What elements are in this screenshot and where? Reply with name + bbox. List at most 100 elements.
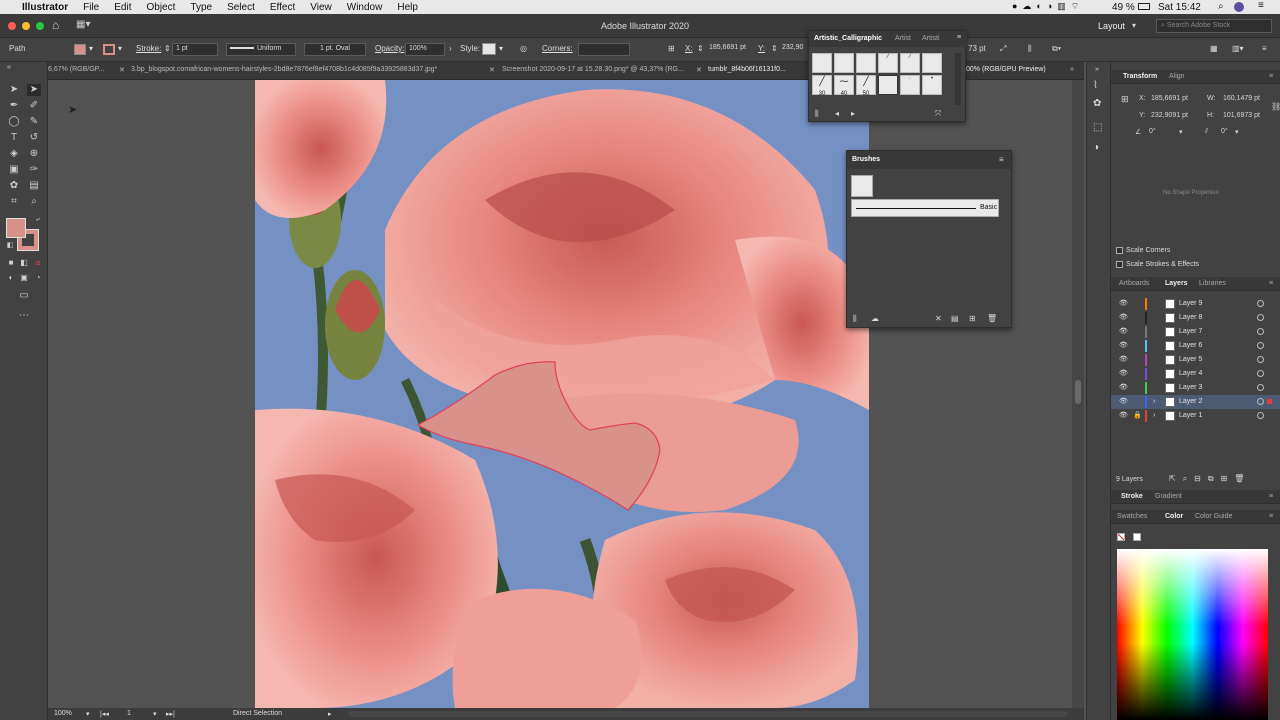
shear-angle-field[interactable]: 0° [1221,128,1228,135]
tab-document-4[interactable]: tumblr_8f4b06f16131f0... [708,66,786,73]
chevron-right-icon[interactable]: » [1070,66,1074,73]
horizontal-scrollbar[interactable] [348,711,1068,717]
scale-strokes-option[interactable]: Scale Strokes & Effects [1116,261,1199,268]
tab-transform[interactable]: Transform [1123,73,1157,80]
menu-type[interactable]: Type [190,2,212,13]
chevron-right-icon[interactable]: › [1153,398,1155,405]
panel-menu-icon[interactable]: ≡ [1269,280,1273,287]
placed-image-roses[interactable] [255,80,869,708]
menu-app[interactable]: Illustrator [22,2,68,13]
none-mode-icon[interactable]: ⧄ [31,257,45,269]
brushes-panel-icon[interactable]: ⌇ [1093,80,1098,91]
transparency-icon[interactable]: ◑ [1093,142,1099,153]
tab-document-1[interactable]: 6,67% (RGB/GP... [48,66,104,73]
panel-menu-icon[interactable]: ≡ [957,34,961,41]
paintbrush-tool-icon[interactable]: ✎ [27,116,41,128]
none-swatch[interactable] [1117,533,1125,541]
lock-icon[interactable]: 🔒 [1133,411,1142,419]
panel-menu-icon[interactable]: ≡ [1269,73,1273,80]
fill-color-swatch[interactable] [6,218,26,238]
target-icon[interactable] [1257,384,1264,391]
menu-select[interactable]: Select [227,2,255,13]
color-mode-icon[interactable]: ■ [4,257,18,269]
brush-definition-select[interactable]: 1 pt. Oval [304,43,366,56]
libraries-panel-icon[interactable]: ☁ [871,314,879,323]
ellipse-tool-icon[interactable]: ◯ [7,116,21,128]
menu-help[interactable]: Help [397,2,418,13]
artboard-tool-icon[interactable]: ⌗ [7,196,21,208]
corners-field[interactable] [578,43,630,56]
target-icon[interactable] [1257,328,1264,335]
brush-cell[interactable]: · [900,75,920,95]
menu-object[interactable]: Object [146,2,175,13]
library-scrollbar[interactable] [955,53,961,105]
stroke-swatch[interactable] [103,44,115,55]
layer-name[interactable]: Layer 9 [1179,300,1202,307]
gradient-mode-icon[interactable]: ◧ [17,257,31,269]
transform-x-field[interactable]: 185,6691 pt [1151,95,1188,102]
brush-cell[interactable]: ⁓ 40 [834,75,854,97]
next-artboard-icon[interactable]: ▸▸| [166,710,175,718]
tab-artboards[interactable]: Artboards [1119,280,1149,287]
menu-list-icon[interactable]: ≡ [1258,0,1264,11]
chevron-down-icon[interactable]: ▾ [1235,128,1239,136]
target-icon[interactable] [1257,412,1264,419]
scale-corners-option[interactable]: Scale Corners [1116,247,1170,254]
panel-menu-icon[interactable]: ≡ [1269,513,1273,520]
remove-brush-stroke-icon[interactable]: ✕ [935,314,942,323]
rotate-tool-icon[interactable]: ↺ [27,132,41,144]
symbol-sprayer-tool-icon[interactable]: ✿ [7,180,21,192]
target-icon[interactable] [1257,300,1264,307]
brush-cell[interactable]: ╱ 50 [856,75,876,97]
tab-gradient[interactable]: Gradient [1155,493,1182,500]
layer-name[interactable]: Layer 2 [1179,398,1202,405]
vertical-scrollbar[interactable] [1072,80,1084,708]
previous-artboard-icon[interactable]: |◂◂ [100,710,109,718]
target-icon[interactable] [1257,356,1264,363]
swap-colors-icon[interactable]: ⤶ [31,214,45,226]
chevron-right-icon[interactable]: ▸ [328,710,332,718]
draw-behind-icon[interactable]: ◔ [31,272,45,284]
layer-row[interactable]: 👁 Layer 7 [1111,325,1280,339]
tab-align[interactable]: Align [1169,73,1185,80]
color-spectrum[interactable] [1117,549,1268,720]
panel-menu-icon[interactable]: ≡ [999,155,1004,164]
brush-cell[interactable] [922,53,942,73]
panel-menu-icon[interactable]: ≡ [1269,493,1273,500]
graphic-style-swatch[interactable] [482,43,496,55]
tab-color-guide[interactable]: Color Guide [1195,513,1232,520]
target-icon[interactable] [1257,398,1264,405]
collapse-toolbar-icon[interactable]: « [2,62,16,74]
basic-brush-row[interactable]: Basic [851,199,999,217]
scale-corners-checkbox[interactable] [1116,247,1123,254]
pen-tool-icon[interactable]: ✒ [7,100,21,112]
layers-footer-icons[interactable]: ⇱⌕⊟⧉⊞🗑 [1169,474,1251,484]
direct-selection-tool-icon[interactable]: ➤ [27,84,41,96]
tab-stroke[interactable]: Stroke [1121,493,1143,500]
x-field[interactable]: 185,6691 pt [706,43,754,56]
stroke-profile-select[interactable]: Uniform [226,43,296,56]
workspace-switcher[interactable]: Layout [1098,21,1125,31]
visibility-eye-icon[interactable]: 👁 [1119,383,1128,391]
target-icon[interactable] [1257,314,1264,321]
transform-y-field[interactable]: 232,9091 pt [1151,112,1188,119]
shape-builder-tool-icon[interactable]: ⊕ [27,148,41,160]
visibility-eye-icon[interactable]: 👁 [1119,411,1128,419]
opacity-field[interactable]: 100% [405,43,445,56]
menu-edit[interactable]: Edit [114,2,131,13]
tab-artistic-2[interactable]: Artist [895,35,911,42]
edit-toolbar-icon[interactable]: ⋯ [17,310,31,322]
tab-document-3[interactable]: Screenshot 2020-09-17 at 15.28.30.png* @… [502,66,684,73]
constrain-proportions-icon[interactable]: ⛓ [1271,102,1280,111]
visibility-eye-icon[interactable]: 👁 [1119,313,1128,321]
gradient-tool-icon[interactable]: ▣ [7,164,21,176]
reference-point-icon[interactable]: ⊞ [1121,94,1129,105]
layer-row[interactable]: 👁 🔒 › Layer 1 [1111,409,1280,423]
width-field-partial[interactable]: 73 pt [968,44,986,53]
brush-libraries-menu-icon[interactable]: ⫼ [815,109,819,119]
shape-options-icon[interactable]: ⧉▾ [1052,44,1061,54]
tab-document-2[interactable]: 3.bp_blogspot.comafrican-womens-hairstyl… [131,66,437,73]
layer-row[interactable]: 👁 Layer 3 [1111,381,1280,395]
stroke-weight-field[interactable]: 1 pt [172,43,218,56]
recolor-icon[interactable]: ◎ [520,44,527,53]
